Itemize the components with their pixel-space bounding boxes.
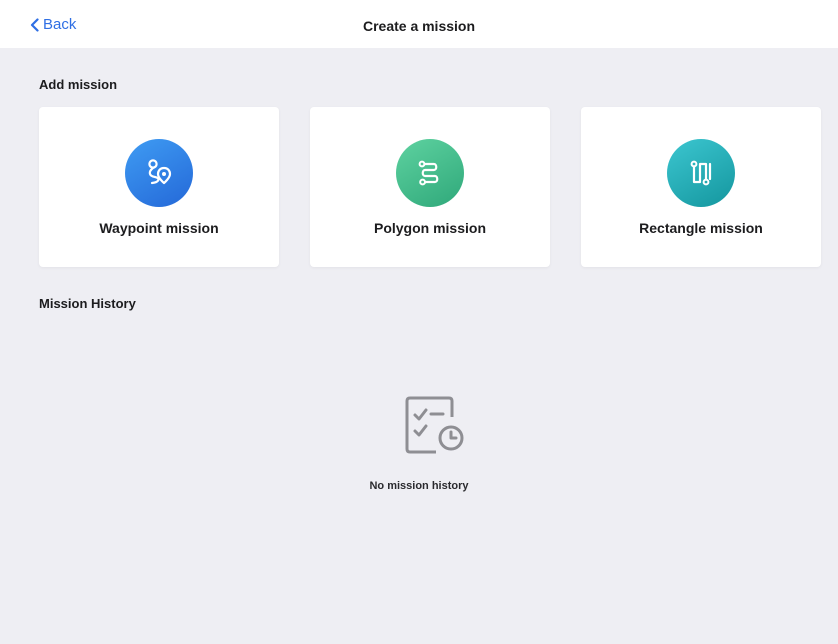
polygon-mission-card[interactable]: Polygon mission — [310, 107, 550, 267]
rectangle-mission-label: Rectangle mission — [639, 220, 763, 236]
rectangle-route-icon — [667, 139, 735, 207]
navigation-bar: Back Create a mission — [0, 0, 838, 48]
checklist-clock-icon — [402, 393, 468, 457]
add-mission-heading: Add mission — [39, 77, 118, 92]
empty-history-message: No mission history — [369, 480, 469, 492]
waypoint-mission-card[interactable]: Waypoint mission — [39, 107, 279, 267]
mission-history-heading: Mission History — [39, 296, 136, 311]
rectangle-mission-card[interactable]: Rectangle mission — [581, 107, 821, 267]
polygon-route-icon — [396, 139, 464, 207]
polygon-mission-label: Polygon mission — [373, 220, 486, 236]
page-title: Create a mission — [362, 18, 476, 34]
waypoint-mission-label: Waypoint mission — [99, 220, 219, 236]
waypoint-route-icon — [125, 139, 193, 207]
